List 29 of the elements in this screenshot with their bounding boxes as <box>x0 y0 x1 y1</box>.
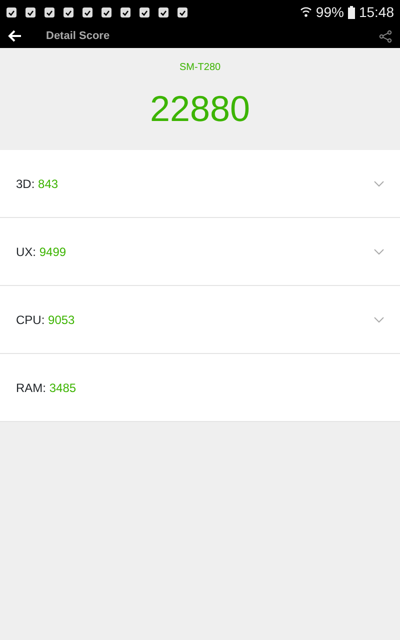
chevron-down-icon <box>374 248 384 254</box>
clock: 15:48 <box>358 2 394 22</box>
back-button[interactable] <box>8 30 22 42</box>
wifi-icon <box>300 6 312 18</box>
total-score: 22880 <box>150 91 250 127</box>
share-button[interactable] <box>379 30 392 42</box>
notification-icon <box>101 6 112 18</box>
notification-icon <box>25 6 36 18</box>
chevron-down-icon <box>374 180 384 186</box>
score-row[interactable]: UX: 9499 <box>0 218 400 286</box>
device-name: SM-T280 <box>179 61 221 75</box>
chevron-down-icon <box>374 316 384 322</box>
score-row[interactable]: CPU: 9053 <box>0 286 400 354</box>
notification-icon <box>120 6 131 18</box>
score-label: RAM: 3485 <box>16 380 78 396</box>
notification-icon <box>6 6 17 18</box>
notification-icon <box>177 6 188 18</box>
battery-icon <box>348 6 355 18</box>
score-row[interactable]: 3D: 843 <box>0 150 400 218</box>
battery-level: 99% <box>316 2 344 22</box>
notification-icon <box>82 6 93 18</box>
notification-icon <box>63 6 74 18</box>
notification-icon <box>44 6 55 18</box>
score-label: 3D: 843 <box>16 176 60 192</box>
screen-title: Detail Score <box>46 28 111 44</box>
score-label: CPU: 9053 <box>16 312 76 328</box>
notification-icon <box>139 6 150 18</box>
score-label: UX: 9499 <box>16 244 68 260</box>
notification-icon <box>158 6 169 18</box>
